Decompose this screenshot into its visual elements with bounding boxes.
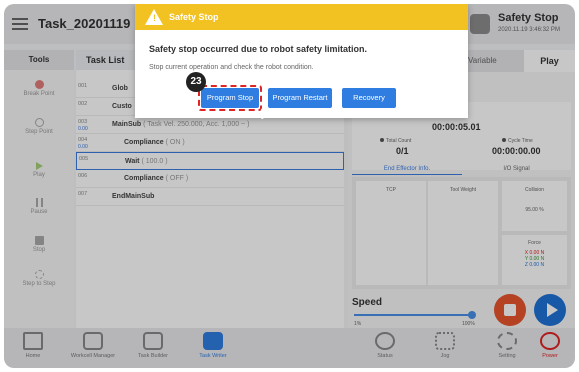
highlight-box [198,85,262,111]
dialog-message: Safety stop occurred due to robot safety… [149,44,368,54]
safety-stop-dialog: ! Safety Stop Safety stop occurred due t… [135,4,468,120]
dialog-sub-message: Stop current operation and check the rob… [149,64,314,71]
mouse-cursor-icon [257,106,269,120]
dialog-header: ! Safety Stop [135,4,468,30]
step-badge: 23 [186,72,206,92]
robot-controller-app: Task_20201119 Safety Stop 2020.11.19 3:4… [4,4,575,368]
recovery-button[interactable]: Recovery [342,88,396,108]
program-restart-button[interactable]: Program Restart [268,88,332,108]
warning-icon: ! [145,9,163,25]
dialog-title: Safety Stop [169,12,219,22]
